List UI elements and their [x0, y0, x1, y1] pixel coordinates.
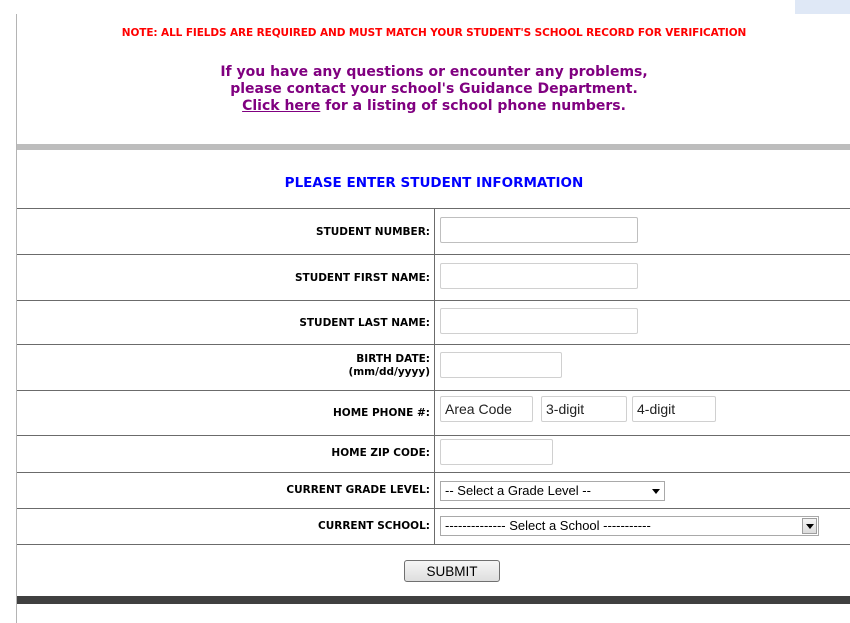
required-fields-notice: NOTE: ALL FIELDS ARE REQUIRED AND MUST M… — [121, 27, 747, 39]
top-strip-tint — [795, 0, 850, 14]
dropdown-button[interactable] — [802, 518, 817, 534]
birth-date-label: BIRTH DATE: (mm/dd/yyyy) — [17, 353, 430, 379]
phone-line-input[interactable] — [632, 396, 716, 422]
help-line-3: Click here for a listing of school phone… — [17, 98, 850, 115]
current-school-select[interactable]: -------------- Select a School ---------… — [440, 516, 819, 536]
help-link-suffix: for a listing of school phone numbers. — [320, 98, 626, 114]
phone-prefix-input[interactable] — [541, 396, 627, 422]
bottom-separator — [17, 596, 850, 604]
current-school-selected: -------------- Select a School ---------… — [445, 518, 651, 533]
first-name-label: STUDENT FIRST NAME: — [294, 272, 430, 284]
submit-button[interactable]: SUBMIT — [404, 560, 500, 582]
student-number-label: STUDENT NUMBER: — [316, 226, 430, 238]
school-phone-link[interactable]: Click here — [242, 98, 320, 114]
help-line-2: please contact your school's Guidance De… — [230, 81, 638, 97]
grade-level-selected: -- Select a Grade Level -- — [445, 483, 591, 498]
phone-area-code-input[interactable] — [440, 396, 533, 422]
birth-date-label-text: BIRTH DATE: — [356, 353, 430, 365]
last-name-label: STUDENT LAST NAME: — [299, 317, 430, 329]
help-message: If you have any questions or encounter a… — [17, 64, 850, 115]
zip-code-label: HOME ZIP CODE: — [331, 447, 430, 459]
current-school-label: CURRENT SCHOOL: — [318, 520, 430, 532]
home-phone-label: HOME PHONE #: — [332, 407, 430, 419]
student-number-input[interactable] — [440, 217, 638, 243]
top-separator — [17, 144, 850, 150]
column-divider — [434, 208, 435, 544]
student-verification-frame: NOTE: ALL FIELDS ARE REQUIRED AND MUST M… — [16, 14, 850, 623]
grade-level-label: CURRENT GRADE LEVEL: — [286, 484, 430, 496]
zip-code-input[interactable] — [440, 439, 553, 465]
first-name-input[interactable] — [440, 263, 638, 289]
chevron-down-icon — [652, 489, 660, 494]
form-heading: PLEASE ENTER STUDENT INFORMATION — [284, 175, 584, 191]
birth-date-format-hint: (mm/dd/yyyy) — [348, 366, 430, 378]
grade-level-select[interactable]: -- Select a Grade Level -- — [440, 481, 665, 501]
last-name-input[interactable] — [440, 308, 638, 334]
birth-date-input[interactable] — [440, 352, 562, 378]
help-line-1: If you have any questions or encounter a… — [220, 64, 648, 80]
top-strip — [0, 0, 850, 14]
chevron-down-icon — [806, 524, 814, 529]
row-divider — [17, 544, 850, 545]
